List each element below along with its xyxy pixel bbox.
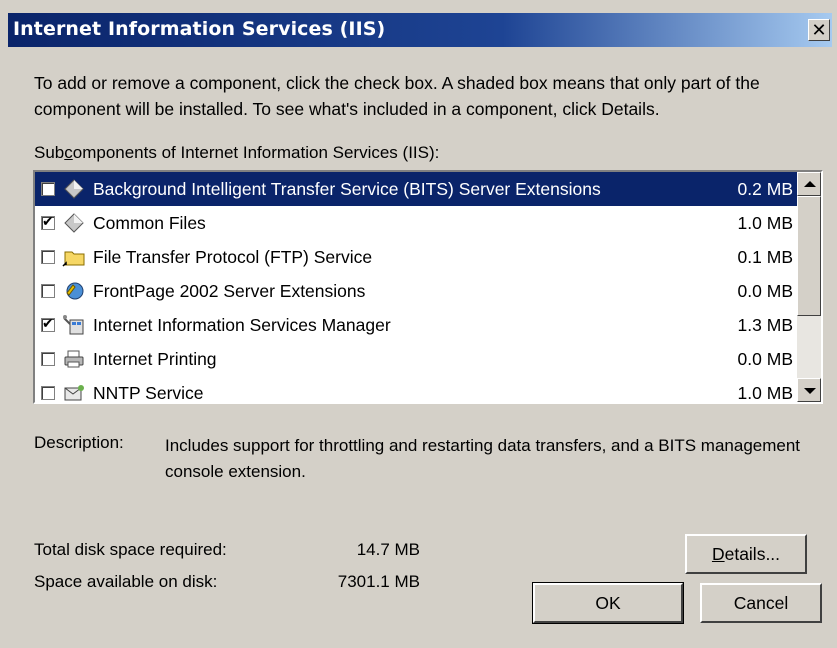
component-checkbox[interactable] xyxy=(41,315,55,332)
description-text: Includes support for throttling and rest… xyxy=(165,436,801,481)
component-diamond-icon xyxy=(61,177,87,201)
frontpage-icon xyxy=(61,279,87,303)
list-item[interactable]: Internet Information Services Manager 1.3… xyxy=(35,308,797,342)
component-label: File Transfer Protocol (FTP) Service xyxy=(93,246,373,267)
component-label: FrontPage 2002 Server Extensions xyxy=(93,280,366,301)
details-button[interactable]: Details... xyxy=(685,534,807,574)
list-item[interactable]: Background Intelligent Transfer Service … xyxy=(35,172,797,206)
available-disk-label: Space available on disk: xyxy=(34,572,218,591)
folder-icon xyxy=(61,245,87,269)
close-button[interactable]: ✕ xyxy=(808,19,830,41)
component-size: 1.0 MB xyxy=(737,382,793,403)
total-disk-value: 14.7 MB xyxy=(356,540,420,559)
list-item[interactable]: Common Files 1.0 MB xyxy=(35,206,797,240)
iis-dialog: Internet Information Services (IIS) ✕ To… xyxy=(0,0,837,648)
instructions-text: To add or remove a component, click the … xyxy=(34,73,760,119)
iis-manager-icon xyxy=(61,313,87,337)
component-label: NNTP Service xyxy=(93,382,204,403)
component-diamond-icon xyxy=(61,211,87,235)
component-size: 0.1 MB xyxy=(737,246,793,267)
arrow-down-icon xyxy=(804,388,816,394)
nntp-icon xyxy=(61,381,87,402)
component-checkbox[interactable] xyxy=(41,284,55,298)
cancel-button[interactable]: Cancel xyxy=(700,583,822,623)
scroll-down-button[interactable] xyxy=(797,378,821,402)
component-size: 0.2 MB xyxy=(737,178,793,199)
arrow-up-icon xyxy=(804,181,816,187)
component-checkbox[interactable] xyxy=(41,213,55,230)
component-label: Internet Printing xyxy=(93,348,217,369)
available-disk-value: 7301.1 MB xyxy=(337,572,420,591)
subcomponents-list[interactable]: Background Intelligent Transfer Service … xyxy=(33,170,823,404)
total-disk-label: Total disk space required: xyxy=(34,540,227,559)
component-label: Internet Information Services Manager xyxy=(93,314,391,335)
component-size: 1.0 MB xyxy=(737,212,793,233)
list-item[interactable]: Internet Printing 0.0 MB xyxy=(35,342,797,376)
title-bar: Internet Information Services (IIS) ✕ xyxy=(8,13,832,47)
close-icon: ✕ xyxy=(811,20,827,40)
description-label: Description: xyxy=(34,433,124,452)
component-checkbox[interactable] xyxy=(41,386,55,400)
component-checkbox[interactable] xyxy=(41,182,55,196)
scroll-thumb[interactable] xyxy=(797,196,821,316)
subcomponents-label: Subcomponents of Internet Information Se… xyxy=(34,143,440,162)
ok-button[interactable]: OK xyxy=(532,582,684,624)
list-item[interactable]: FrontPage 2002 Server Extensions 0.0 MB xyxy=(35,274,797,308)
component-size: 1.3 MB xyxy=(737,314,793,335)
component-size: 0.0 MB xyxy=(737,348,793,369)
scroll-up-button[interactable] xyxy=(797,172,821,196)
component-checkbox[interactable] xyxy=(41,250,55,264)
component-checkbox[interactable] xyxy=(41,352,55,366)
component-label: Background Intelligent Transfer Service … xyxy=(93,178,601,199)
component-label: Common Files xyxy=(93,212,206,233)
list-item[interactable]: NNTP Service 1.0 MB xyxy=(35,376,797,403)
component-size: 0.0 MB xyxy=(737,280,793,301)
list-item[interactable]: File Transfer Protocol (FTP) Service 0.1 … xyxy=(35,240,797,274)
printer-icon xyxy=(61,347,87,371)
window-title: Internet Information Services (IIS) xyxy=(13,18,386,40)
vertical-scrollbar[interactable] xyxy=(797,172,821,402)
